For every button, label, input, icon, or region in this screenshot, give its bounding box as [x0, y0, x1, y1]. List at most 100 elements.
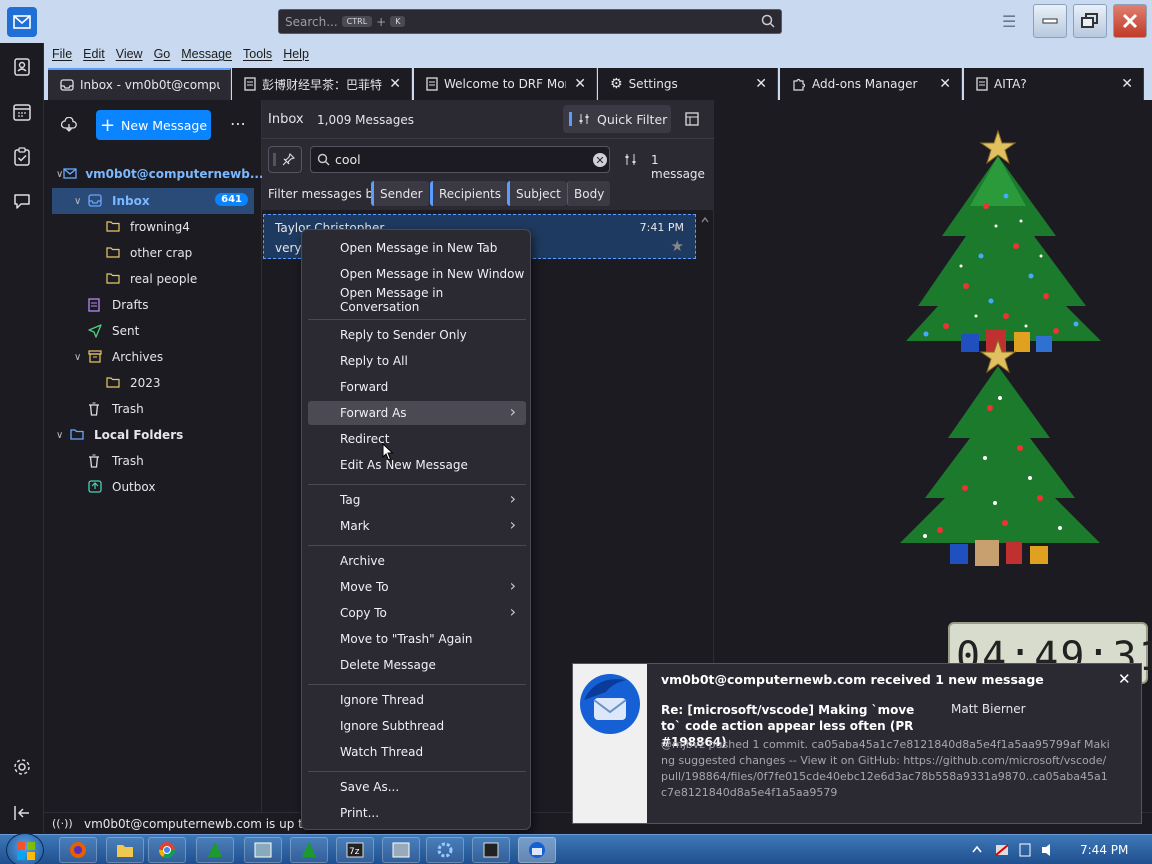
- tasks-icon[interactable]: [12, 147, 32, 167]
- folder-item-inbox[interactable]: ∨ Inbox 641: [52, 188, 254, 214]
- menu-item-open-message-in-new-tab[interactable]: Open Message in New Tab: [308, 236, 526, 260]
- folder-item-trash[interactable]: Trash: [52, 396, 254, 422]
- sticky-filter-button[interactable]: [268, 146, 302, 173]
- star-icon[interactable]: ★: [671, 237, 684, 255]
- menu-item-delete-message[interactable]: Delete Message: [308, 653, 526, 677]
- folder-item-trash[interactable]: Trash: [52, 448, 254, 474]
- display-options-icon[interactable]: [684, 111, 700, 127]
- folder-item-drafts[interactable]: Drafts: [52, 292, 254, 318]
- menu-item-save-as[interactable]: Save As...: [308, 775, 526, 799]
- folder-item-outbox[interactable]: Outbox: [52, 474, 254, 500]
- menu-item-move-to[interactable]: Move To ›: [308, 575, 526, 599]
- quick-filter-button[interactable]: Quick Filter: [563, 105, 671, 133]
- menu-item-forward[interactable]: Forward: [308, 375, 526, 399]
- chevron-down-icon[interactable]: ∨: [56, 430, 70, 441]
- menu-item-ignore-subthread[interactable]: Ignore Subthread: [308, 714, 526, 738]
- tab-article-2[interactable]: Welcome to DRF Morning ✕: [414, 68, 597, 100]
- filter-search-input[interactable]: cool: [310, 146, 610, 173]
- menu-item-move-to-trash-again[interactable]: Move to "Trash" Again: [308, 627, 526, 651]
- tab-inbox[interactable]: Inbox - vm0b0t@computernewb.com: [48, 68, 231, 100]
- new-message-button[interactable]: + New Message: [96, 110, 211, 140]
- close-icon[interactable]: ✕: [939, 76, 951, 92]
- menu-item-forward-as[interactable]: Forward As ›: [308, 401, 526, 425]
- search-icon[interactable]: [761, 14, 775, 31]
- folder-item-archives[interactable]: ∨ Archives: [52, 344, 254, 370]
- folder-item-local-folders[interactable]: ∨ Local Folders: [52, 422, 254, 448]
- menu-view[interactable]: View: [116, 47, 143, 61]
- address-book-icon[interactable]: [12, 57, 32, 77]
- tab-settings[interactable]: ⚙ Settings ✕: [598, 68, 778, 100]
- filter-options-icon[interactable]: [624, 153, 637, 166]
- clear-filter-icon[interactable]: ✕: [593, 153, 607, 167]
- menu-item-copy-to[interactable]: Copy To ›: [308, 601, 526, 625]
- menu-item-tag[interactable]: Tag ›: [308, 488, 526, 512]
- calendar-icon[interactable]: [12, 102, 32, 122]
- menu-item-reply-to-all[interactable]: Reply to All: [308, 349, 526, 373]
- menu-item-open-message-in-conversation[interactable]: Open Message in Conversation: [308, 286, 526, 314]
- chevron-down-icon[interactable]: ∨: [56, 169, 63, 180]
- menu-item-reply-to-sender-only[interactable]: Reply to Sender Only: [308, 323, 526, 347]
- taskbar-clock[interactable]: 7:44 PM: [1080, 843, 1128, 857]
- chat-icon[interactable]: [12, 191, 32, 211]
- mail-app-icon[interactable]: [7, 7, 37, 37]
- menu-item-archive[interactable]: Archive: [308, 549, 526, 573]
- get-messages-icon[interactable]: [61, 117, 77, 133]
- close-notification-icon[interactable]: ✕: [1118, 670, 1131, 688]
- folder-item-other-crap[interactable]: other crap: [52, 240, 254, 266]
- filter-chip-recipients[interactable]: Recipients: [430, 181, 508, 206]
- folder-item-2023[interactable]: 2023: [52, 370, 254, 396]
- chevron-down-icon[interactable]: ∨: [74, 196, 88, 207]
- online-status-icon[interactable]: ((·)): [52, 817, 73, 830]
- menu-item-ignore-thread[interactable]: Ignore Thread: [308, 688, 526, 712]
- restore-button[interactable]: [1073, 4, 1107, 38]
- settings-gear-icon[interactable]: [12, 757, 32, 777]
- menu-item-edit-as-new-message[interactable]: Edit As New Message: [308, 453, 526, 477]
- taskbar-tree-gadget[interactable]: [196, 837, 234, 863]
- taskbar-7zip[interactable]: 7z: [336, 837, 374, 863]
- menu-go[interactable]: Go: [154, 47, 171, 61]
- close-icon[interactable]: ✕: [1121, 76, 1133, 92]
- collapse-toolbar-icon[interactable]: [12, 803, 32, 823]
- more-options-icon[interactable]: ⋯: [230, 114, 247, 133]
- close-window-button[interactable]: [1113, 4, 1147, 38]
- taskbar-settings[interactable]: [426, 837, 464, 863]
- menu-item-print[interactable]: Print...: [308, 801, 526, 825]
- folder-item-real-people[interactable]: real people: [52, 266, 254, 292]
- folder-item-frowning4[interactable]: frowning4: [52, 214, 254, 240]
- taskbar-tree-gadget-2[interactable]: [290, 837, 328, 863]
- system-tray[interactable]: [970, 842, 1070, 858]
- start-button[interactable]: [6, 833, 44, 864]
- minimize-button[interactable]: [1033, 4, 1067, 38]
- tab-addons[interactable]: Add-ons Manager ✕: [780, 68, 962, 100]
- menu-tools[interactable]: Tools: [243, 47, 272, 61]
- taskbar-thunderbird[interactable]: [518, 837, 556, 863]
- tab-aita[interactable]: AITA? ✕: [964, 68, 1144, 100]
- taskbar-app[interactable]: [244, 837, 282, 863]
- folder-item-sent[interactable]: Sent: [52, 318, 254, 344]
- close-icon[interactable]: ✕: [574, 76, 586, 92]
- menu-item-watch-thread[interactable]: Watch Thread: [308, 740, 526, 764]
- global-search-input[interactable]: Search... CTRL + K: [278, 9, 782, 34]
- menu-edit[interactable]: Edit: [83, 47, 105, 61]
- menu-message[interactable]: Message: [181, 47, 232, 61]
- menu-item-mark[interactable]: Mark ›: [308, 514, 526, 538]
- taskbar-window[interactable]: [382, 837, 420, 863]
- filter-chip-body[interactable]: Body: [567, 181, 611, 206]
- close-icon[interactable]: ✕: [389, 76, 401, 92]
- menu-item-redirect[interactable]: Redirect: [308, 427, 526, 451]
- tab-article-1[interactable]: 彭博财经早茶：巴菲特 ✕: [232, 68, 412, 100]
- close-icon[interactable]: ✕: [755, 76, 767, 92]
- taskbar-explorer[interactable]: [106, 837, 144, 863]
- taskbar-chrome[interactable]: [148, 837, 186, 863]
- filter-chip-sender[interactable]: Sender: [371, 181, 429, 206]
- menu-file[interactable]: File: [52, 47, 72, 61]
- menu-help[interactable]: Help: [283, 47, 309, 61]
- taskbar-firefox[interactable]: [59, 837, 97, 863]
- app-menu-icon[interactable]: ☰: [1002, 12, 1016, 31]
- new-mail-notification[interactable]: vm0b0t@computernewb.com received 1 new m…: [572, 663, 1142, 824]
- filter-chip-subject[interactable]: Subject: [507, 181, 567, 206]
- chevron-down-icon[interactable]: ∨: [74, 352, 88, 363]
- menu-item-open-message-in-new-window[interactable]: Open Message in New Window: [308, 262, 526, 286]
- taskbar-notepad[interactable]: [472, 837, 510, 863]
- folder-item-vm0b0t-computernewb[interactable]: ∨ vm0b0t@computernewb...: [52, 161, 264, 187]
